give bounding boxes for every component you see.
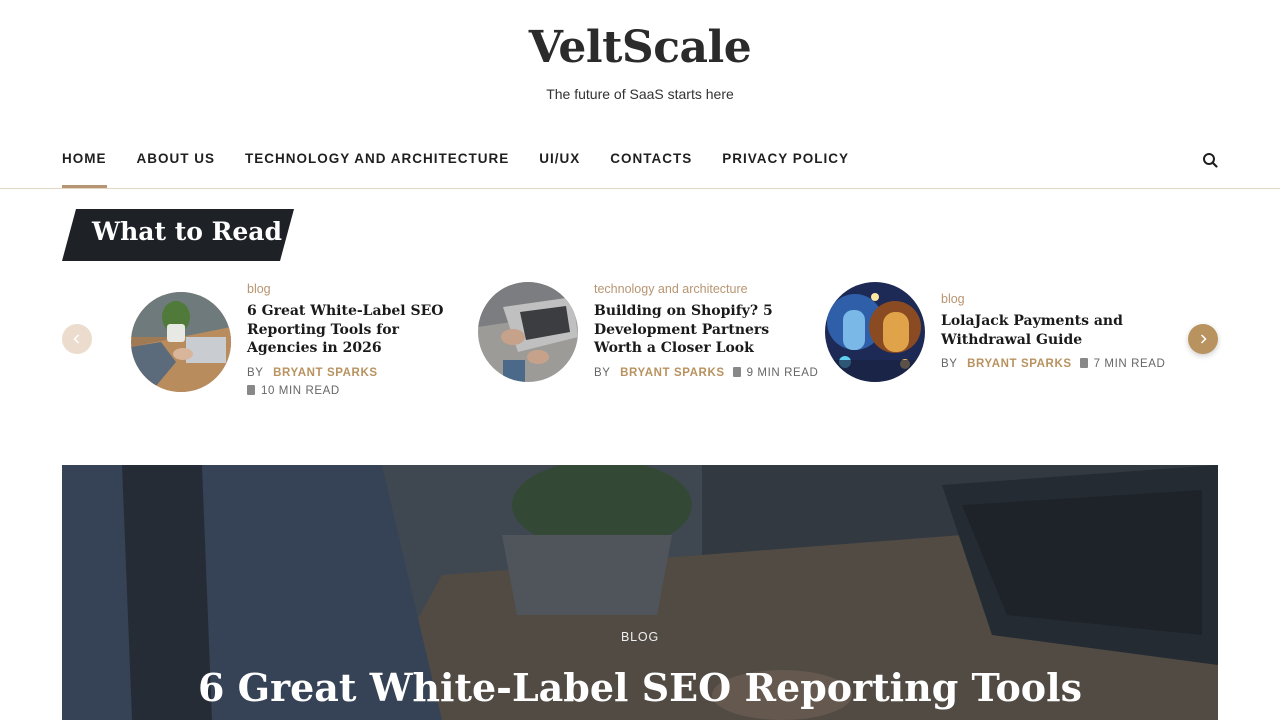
what-to-read-heading-text: What to Read xyxy=(92,217,282,246)
hero-category[interactable]: BLOG xyxy=(62,630,1218,644)
site-tagline: The future of SaaS starts here xyxy=(546,86,734,102)
nav-list: HOME ABOUT US TECHNOLOGY AND ARCHITECTUR… xyxy=(62,130,879,188)
nav-item-contacts[interactable]: CONTACTS xyxy=(610,130,692,188)
chevron-right-icon xyxy=(1200,334,1207,344)
article-byline: BY BRYANT SPARKS 7 MIN READ xyxy=(941,355,1165,373)
slider-next-button[interactable] xyxy=(1188,324,1218,354)
author-link[interactable]: BRYANT SPARKS xyxy=(273,367,378,379)
book-icon xyxy=(247,384,255,395)
slider-prev-button[interactable] xyxy=(62,324,92,354)
by-label: BY xyxy=(941,358,958,370)
by-label: BY xyxy=(247,366,264,379)
site-header: VeltScale The future of SaaS starts here xyxy=(0,0,1280,130)
nav-item-home[interactable]: HOME xyxy=(62,130,107,188)
article-category[interactable]: blog xyxy=(941,292,1151,306)
nav-item-privacy-policy[interactable]: PRIVACY POLICY xyxy=(722,130,849,188)
book-icon xyxy=(1079,358,1088,368)
article-thumbnail[interactable] xyxy=(478,282,578,382)
by-label: BY xyxy=(594,366,611,379)
article-thumbnail[interactable] xyxy=(131,292,231,392)
author-link[interactable]: BRYANT SPARKS xyxy=(620,367,725,379)
article-title[interactable]: 6 Great White-Label SEO Reporting Tools … xyxy=(247,302,457,358)
read-time: 7 MIN READ xyxy=(1093,358,1166,370)
article-thumbnail[interactable] xyxy=(825,282,925,382)
site-title[interactable]: VeltScale xyxy=(0,22,1280,73)
nav-item-about-us[interactable]: ABOUT US xyxy=(137,130,216,188)
book-icon xyxy=(732,366,741,377)
nav-item-technology-and-architecture[interactable]: TECHNOLOGY AND ARCHITECTURE xyxy=(245,130,509,188)
author-link[interactable]: BRYANT SPARKS xyxy=(967,358,1072,370)
hero-title[interactable]: 6 Great White-Label SEO Reporting Tools xyxy=(62,665,1218,710)
read-time: 9 MIN READ xyxy=(746,366,819,379)
chevron-left-icon xyxy=(73,334,80,344)
article-category[interactable]: blog xyxy=(247,282,457,296)
article-byline: BY BRYANT SPARKS 9 MIN READ xyxy=(594,364,818,382)
what-to-read-heading: What to Read xyxy=(62,209,294,261)
read-time: 10 MIN READ xyxy=(261,384,340,397)
article-byline: BY BRYANT SPARKS 10 MIN READ xyxy=(247,364,457,400)
article-title[interactable]: LolaJack Payments and Withdrawal Guide xyxy=(941,312,1151,349)
featured-hero[interactable]: BLOG 6 Great White-Label SEO Reporting T… xyxy=(62,465,1218,720)
article-title[interactable]: Building on Shopify? 5 Development Partn… xyxy=(594,302,804,358)
main-nav: HOME ABOUT US TECHNOLOGY AND ARCHITECTUR… xyxy=(0,130,1280,189)
nav-item-ui-ux[interactable]: UI/UX xyxy=(539,130,580,188)
article-category[interactable]: technology and architecture xyxy=(594,282,804,296)
search-icon[interactable] xyxy=(1200,150,1220,170)
